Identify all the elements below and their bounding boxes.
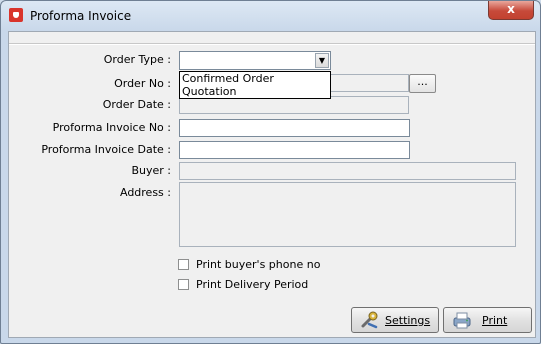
dialog-window: Proforma Invoice x Order Type : ▼ Confir… [0, 0, 541, 344]
print-delivery-label[interactable]: Print Delivery Period [196, 278, 308, 291]
settings-button[interactable]: Settings [351, 307, 439, 333]
settings-button-label: Settings [385, 314, 431, 327]
order-date-label: Order Date : [102, 98, 171, 111]
dropdown-option-quotation[interactable]: Quotation [180, 85, 330, 98]
proforma-invoice-no-input[interactable] [179, 119, 410, 137]
print-delivery-checkbox[interactable] [178, 279, 189, 290]
proforma-invoice-no-label: Proforma Invoice No : [52, 121, 171, 134]
dropdown-option-confirmed-order[interactable]: Confirmed Order [180, 72, 330, 85]
wrench-icon [361, 311, 378, 329]
order-no-label: Order No : [114, 77, 171, 90]
printer-icon [453, 312, 471, 329]
print-phone-checkbox[interactable] [178, 259, 189, 270]
buyer-label: Buyer : [131, 164, 171, 177]
print-button-label: Print [482, 314, 508, 327]
address-label: Address : [119, 186, 171, 199]
buyer-field[interactable] [179, 162, 516, 180]
app-icon [9, 8, 23, 22]
print-phone-label[interactable]: Print buyer's phone no [196, 258, 320, 271]
close-button[interactable]: x [488, 1, 534, 20]
order-type-label: Order Type : [103, 53, 171, 66]
form-panel: Order Type : ▼ Confirmed Order Quotation… [8, 31, 536, 338]
order-no-browse-button[interactable]: ... [409, 74, 436, 93]
print-button[interactable]: Print [443, 307, 532, 333]
top-divider [9, 43, 535, 45]
order-type-select[interactable]: ▼ [179, 51, 331, 70]
proforma-invoice-date-label: Proforma Invoice Date : [41, 143, 171, 156]
order-type-dropdown: Confirmed Order Quotation [179, 71, 331, 99]
title-bar[interactable]: Proforma Invoice x [1, 1, 540, 31]
address-field[interactable] [179, 182, 516, 247]
window-title: Proforma Invoice [30, 9, 132, 23]
chevron-down-icon[interactable]: ▼ [315, 53, 329, 68]
proforma-invoice-date-input[interactable] [179, 141, 410, 159]
